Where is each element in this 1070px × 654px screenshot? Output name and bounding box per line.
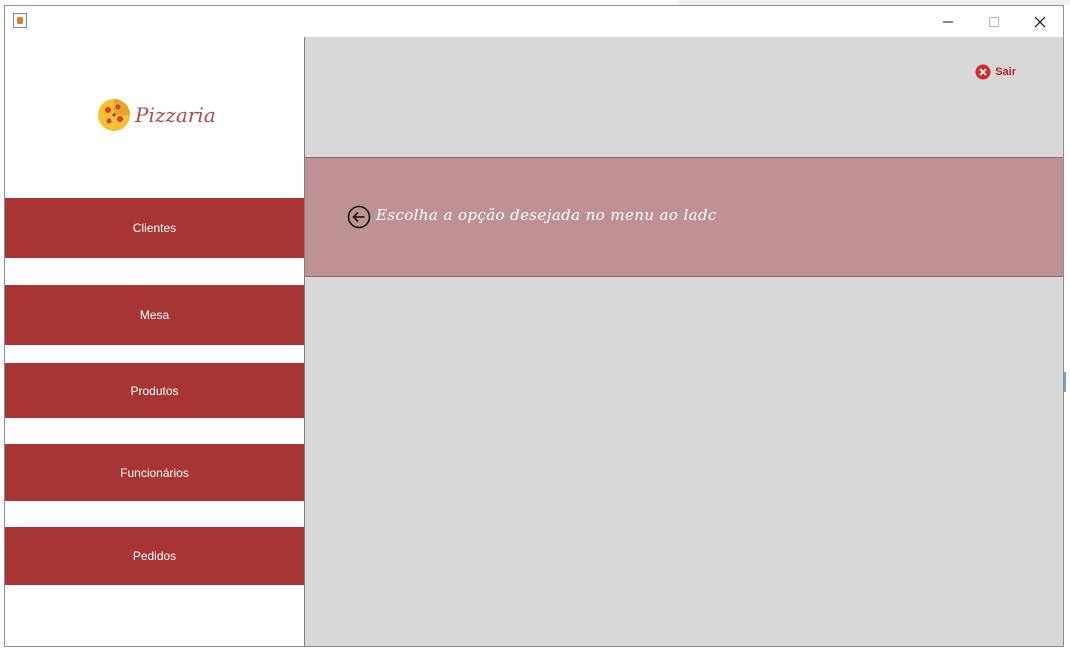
menu-button-pedidos[interactable]: Pedidos	[5, 527, 304, 585]
close-circle-icon	[975, 64, 991, 80]
minimize-button[interactable]	[925, 6, 971, 37]
java-app-icon	[13, 13, 27, 28]
instruction-text: Escolha a opção desejada no menu ao ladc	[376, 206, 717, 224]
menu-button-produtos[interactable]: Produtos	[5, 363, 304, 418]
pizza-icon	[98, 99, 130, 131]
menu-button-clientes[interactable]: Clientes	[5, 198, 304, 258]
arrow-left-circle-icon	[347, 205, 371, 229]
maximize-icon	[989, 16, 999, 27]
sidebar: Pizzaria Clientes Mesa Produtos Funcioná…	[5, 37, 305, 646]
logout-button[interactable]: Sair	[975, 64, 1016, 80]
close-button[interactable]	[1017, 6, 1063, 37]
menu-button-funcionarios[interactable]: Funcionários	[5, 444, 304, 501]
title-bar	[5, 6, 1063, 37]
brand-logo: Pizzaria	[97, 98, 216, 132]
app-window: Pizzaria Clientes Mesa Produtos Funcioná…	[4, 5, 1064, 647]
background-window-edge	[1064, 372, 1066, 392]
instruction-banner: Escolha a opção desejada no menu ao ladc	[305, 157, 1063, 277]
minimize-icon	[943, 21, 953, 22]
main-content: Sair Escolha a opção desejada no menu ao…	[305, 37, 1063, 646]
logout-label: Sair	[995, 66, 1016, 78]
brand-name: Pizzaria	[135, 103, 216, 127]
close-icon	[1034, 16, 1046, 27]
menu-button-mesa[interactable]: Mesa	[5, 285, 304, 345]
maximize-button[interactable]	[971, 6, 1017, 37]
